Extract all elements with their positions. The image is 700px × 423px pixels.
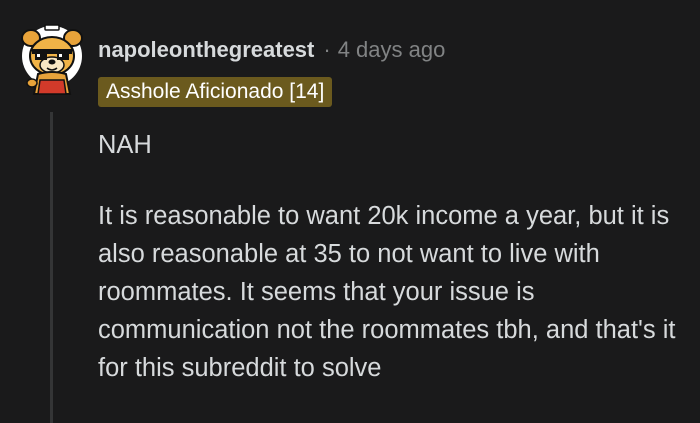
user-avatar[interactable] [18, 22, 86, 96]
meta-separator: · [323, 37, 331, 62]
comment-meta: napoleonthegreatest · 4 days ago [98, 33, 445, 67]
cartoon-dog-avatar-icon [21, 24, 83, 95]
user-flair-badge: Asshole Aficionado [14] [98, 77, 333, 107]
comment-paragraph: It is reasonable to want 20k income a ye… [98, 202, 676, 382]
author-username[interactable]: napoleonthegreatest [98, 37, 314, 63]
comment-paragraph: NAH [98, 131, 152, 159]
comment-body: NAH It is reasonable to want 20k income … [98, 126, 688, 387]
thread-collapse-line[interactable] [50, 112, 53, 423]
comment-timestamp[interactable]: 4 days ago [338, 37, 446, 63]
comment: napoleonthegreatest · 4 days ago Asshole… [0, 0, 700, 423]
